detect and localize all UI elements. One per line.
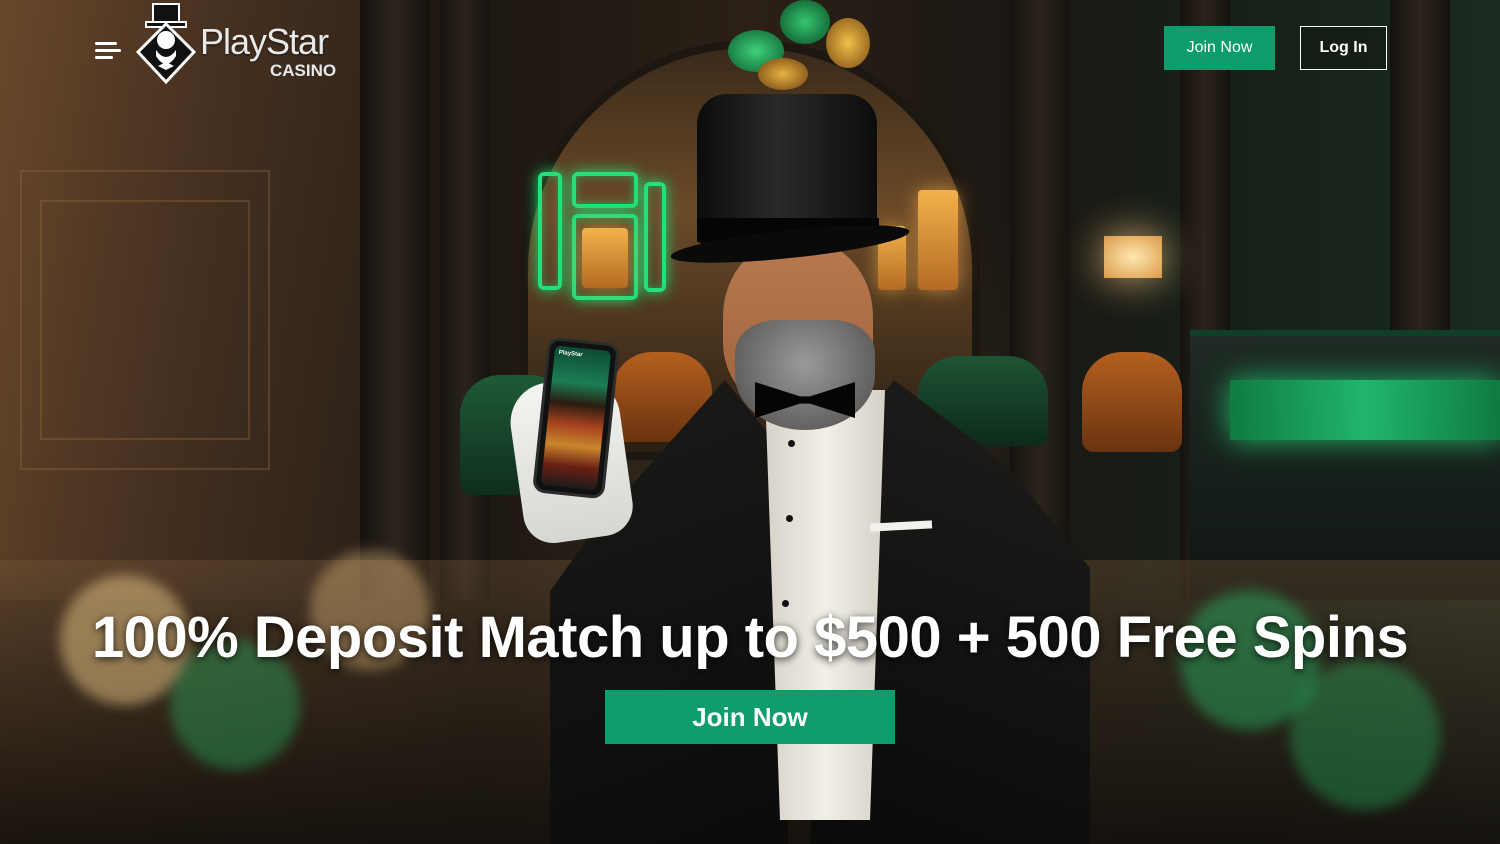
butler-logo-icon <box>136 3 196 84</box>
bokeh-light <box>1290 660 1440 810</box>
site-header: PlayStar CASINO Join Now Log In <box>0 0 1500 96</box>
brand-logo[interactable]: PlayStar CASINO <box>136 2 346 86</box>
hamburger-menu-icon[interactable] <box>95 40 121 60</box>
table-lamp <box>1104 236 1162 278</box>
promo-headline: 100% Deposit Match up to $500 + 500 Free… <box>91 605 1409 670</box>
hero-banner: PlayStar PlayStar CASINO Join Now Log In… <box>0 0 1500 844</box>
shirt-stud <box>788 440 795 447</box>
shirt-stud <box>786 515 793 522</box>
promo-join-button[interactable]: Join Now <box>605 690 895 744</box>
phone-screen <box>540 345 612 491</box>
brand-name: PlayStar <box>200 21 329 62</box>
wall-panel <box>40 200 250 440</box>
login-button[interactable]: Log In <box>1300 26 1387 70</box>
header-join-button[interactable]: Join Now <box>1164 26 1275 70</box>
brand-subtitle: CASINO <box>270 61 337 80</box>
concierge-desk-glow <box>1230 380 1500 440</box>
